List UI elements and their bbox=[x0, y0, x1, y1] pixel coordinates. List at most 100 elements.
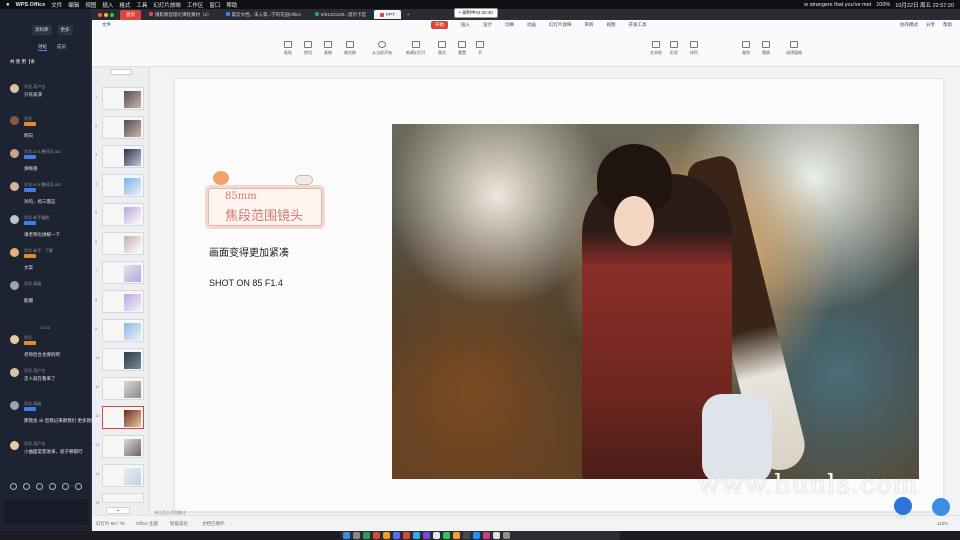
replace-button[interactable]: 替换 bbox=[762, 41, 770, 56]
selection-pane-button[interactable]: 选择窗格 bbox=[786, 41, 802, 56]
doc-tab-active[interactable]: PPT bbox=[374, 10, 401, 19]
add-slide-button[interactable]: + bbox=[106, 507, 130, 514]
slide-thumbnail[interactable]: 5 bbox=[95, 203, 144, 226]
shape-button[interactable]: 形状 bbox=[670, 41, 678, 56]
messages-icon[interactable] bbox=[363, 532, 370, 539]
ribbon-tab-home[interactable]: 开始 bbox=[431, 20, 448, 29]
file-menu[interactable]: 文件 bbox=[102, 22, 111, 28]
doc-tab[interactable]: 晨云文档，未入第...学的花园Office bbox=[220, 10, 307, 20]
app-icon[interactable] bbox=[393, 532, 400, 539]
ribbon-tab-insert[interactable]: 插入 bbox=[461, 22, 470, 28]
smart-beautify-button[interactable]: 智能美化 bbox=[170, 521, 188, 527]
menu-insert[interactable]: 插入 bbox=[102, 1, 113, 9]
share-button[interactable]: 分享 bbox=[926, 22, 935, 28]
photos-icon[interactable] bbox=[383, 532, 390, 539]
doc-tab[interactable]: 摄影教程理论课程素材（2） bbox=[143, 10, 218, 20]
slide-thumbnail[interactable]: 2 bbox=[95, 116, 144, 139]
tab-members[interactable]: 成员 bbox=[57, 44, 66, 51]
format-painter-button[interactable]: 格式刷 bbox=[344, 41, 356, 56]
app-icon[interactable] bbox=[483, 532, 490, 539]
play-from-current-button[interactable]: 从当前开始 bbox=[372, 41, 392, 56]
lens-tag-graphic[interactable]: 85mm 焦段范围镜头 bbox=[205, 171, 325, 231]
menu-workspace[interactable]: 工作区 bbox=[187, 1, 204, 9]
slide-caption[interactable]: 画面变得更加紧凑 bbox=[209, 244, 289, 259]
more-button[interactable]: 更多 bbox=[57, 25, 73, 35]
slide-thumbnail[interactable]: 13 bbox=[95, 435, 144, 458]
slide-thumbnail[interactable]: 4 bbox=[95, 174, 144, 197]
settings-icon[interactable] bbox=[75, 483, 82, 490]
doc-tab[interactable]: 8/51421109...提示卡是 bbox=[309, 10, 372, 20]
arrange-button[interactable]: 排列 bbox=[690, 41, 698, 56]
collab-button[interactable]: 协作模式 bbox=[900, 22, 918, 28]
menu-format[interactable]: 格式 bbox=[119, 1, 130, 9]
tab-home[interactable]: 首页 bbox=[120, 9, 141, 20]
gift-icon[interactable] bbox=[49, 483, 56, 490]
slide-thumbnail[interactable]: 15 bbox=[95, 493, 144, 505]
slide-photo[interactable] bbox=[392, 124, 919, 479]
menu-help[interactable]: 帮助 bbox=[226, 1, 237, 9]
apple-icon[interactable]: ● bbox=[6, 2, 10, 8]
chat-bubble-icon[interactable] bbox=[932, 498, 950, 516]
menu-edit[interactable]: 编辑 bbox=[68, 1, 79, 9]
app-icon[interactable] bbox=[423, 532, 430, 539]
copy-button[interactable]: 复制 bbox=[324, 41, 332, 56]
cut-button[interactable]: 剪切 bbox=[304, 41, 312, 56]
raise-hand-button[interactable] bbox=[894, 497, 912, 515]
layout-button[interactable]: 版式 bbox=[438, 41, 446, 56]
menu-file[interactable]: 文件 bbox=[51, 1, 62, 9]
ribbon-tab-slideshow[interactable]: 幻灯片放映 bbox=[549, 22, 572, 28]
close-window-icon[interactable] bbox=[98, 12, 102, 17]
at-icon[interactable] bbox=[36, 483, 43, 490]
app-icon[interactable] bbox=[463, 532, 470, 539]
ribbon-tab-view[interactable]: 视图 bbox=[607, 22, 616, 28]
help-button[interactable]: 帮助 bbox=[943, 22, 952, 28]
app-icon[interactable] bbox=[473, 532, 480, 539]
menu-slideshow[interactable]: 幻灯片放映 bbox=[153, 1, 181, 9]
finder-icon[interactable] bbox=[343, 532, 350, 539]
menu-view[interactable]: 视图 bbox=[85, 1, 96, 9]
slide-thumbnail[interactable]: 3 bbox=[95, 145, 144, 168]
protect-status[interactable]: 文档已保护 bbox=[202, 521, 225, 527]
ribbon-tab-design[interactable]: 设计 bbox=[483, 22, 492, 28]
app-icon[interactable] bbox=[453, 532, 460, 539]
slide-shot-info[interactable]: SHOT ON 85 F1.4 bbox=[209, 278, 283, 288]
trash-icon[interactable] bbox=[503, 532, 510, 539]
wps-icon[interactable] bbox=[373, 532, 380, 539]
new-tab-icon[interactable]: + bbox=[407, 12, 410, 17]
new-slide-button[interactable]: 新建幻灯片 bbox=[406, 41, 426, 56]
slide-thumbnail[interactable]: 9 bbox=[95, 319, 144, 342]
app-icon[interactable] bbox=[443, 532, 450, 539]
library-button[interactable]: 资料库 bbox=[32, 25, 52, 35]
slide-thumbnail[interactable]: 1 bbox=[95, 87, 144, 110]
emoji-icon[interactable] bbox=[10, 483, 17, 490]
notes-placeholder[interactable]: 单击此处添加备注 bbox=[154, 510, 186, 516]
app-icon[interactable] bbox=[493, 532, 500, 539]
find-button[interactable]: 查找 bbox=[742, 41, 750, 56]
app-icon[interactable] bbox=[403, 532, 410, 539]
slide-thumbnail[interactable]: 7 bbox=[95, 261, 144, 284]
textbox-button[interactable]: 文本框 bbox=[650, 41, 662, 56]
slide-thumbnail[interactable]: 6 bbox=[95, 232, 144, 255]
slide-thumbnail[interactable]: 8 bbox=[95, 290, 144, 313]
clock[interactable]: 10月22日 周五 22:57:20 bbox=[895, 1, 954, 9]
menu-window[interactable]: 窗口 bbox=[209, 1, 220, 9]
minimize-window-icon[interactable] bbox=[104, 12, 108, 17]
slide-thumbnail-active[interactable]: 12 bbox=[95, 406, 144, 429]
ribbon-tab-transition[interactable]: 切换 bbox=[505, 22, 514, 28]
menu-tools[interactable]: 工具 bbox=[136, 1, 147, 9]
history-icon[interactable] bbox=[62, 483, 69, 490]
thumbnail-view-toggle[interactable] bbox=[110, 69, 132, 75]
ribbon-tab-animation[interactable]: 动画 bbox=[527, 22, 536, 28]
reset-button[interactable]: 重置 bbox=[458, 41, 466, 56]
section-button[interactable]: 节 bbox=[476, 41, 484, 56]
app-name[interactable]: WPS Office bbox=[16, 2, 46, 8]
now-playing[interactable]: w strangers that you've met bbox=[804, 2, 871, 8]
chat-input[interactable] bbox=[4, 499, 88, 525]
ribbon-tab-review[interactable]: 审阅 bbox=[585, 22, 594, 28]
launchpad-icon[interactable] bbox=[353, 532, 360, 539]
zoom-window-icon[interactable] bbox=[110, 12, 114, 17]
battery-indicator[interactable]: 100% bbox=[876, 2, 890, 8]
image-icon[interactable] bbox=[23, 483, 30, 490]
paste-button[interactable]: 粘贴 bbox=[284, 41, 292, 56]
current-slide[interactable]: 85mm 焦段范围镜头 画面变得更加紧凑 SHOT ON 85 F1.4 bbox=[174, 78, 944, 512]
